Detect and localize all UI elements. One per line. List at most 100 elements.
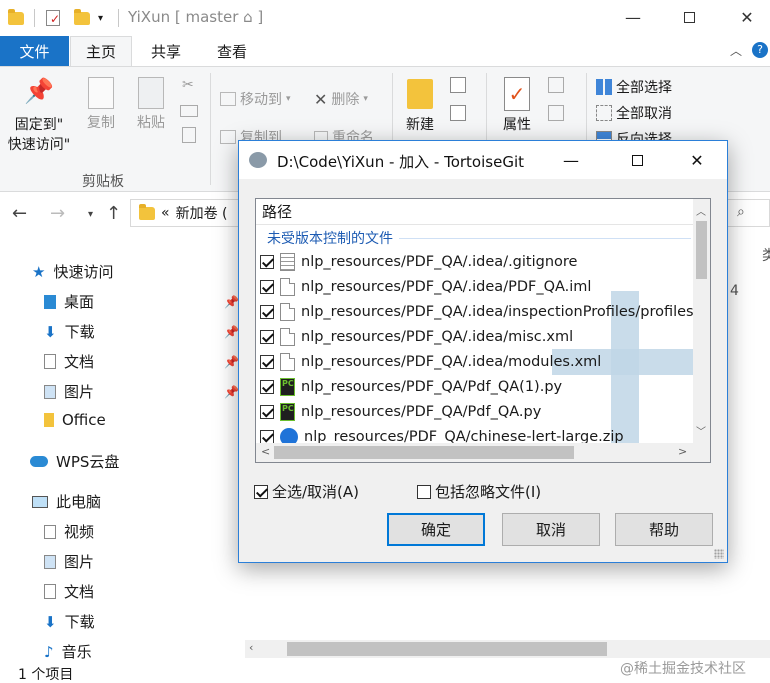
horizontal-scrollbar[interactable]: ‹ — [245, 640, 770, 658]
include-ignored-checkbox[interactable]: 包括忽略文件(I) — [417, 481, 541, 502]
star-icon: ★ — [32, 262, 46, 281]
new-item-icon[interactable] — [450, 77, 466, 93]
resize-grip[interactable] — [714, 549, 724, 559]
file-checkbox[interactable] — [260, 304, 274, 319]
scroll-up-icon[interactable]: ︿ — [696, 203, 706, 218]
tab-home[interactable]: 主页 — [70, 36, 132, 66]
paste-shortcut-icon[interactable] — [182, 127, 196, 143]
edit-icon[interactable] — [548, 105, 564, 121]
tab-view[interactable]: 查看 — [202, 36, 262, 66]
select-all-checkbox[interactable]: 全选/取消(A) — [254, 481, 359, 502]
list-item[interactable]: nlp_resources/PDF_QA/.idea/PDF_QA.iml — [260, 274, 694, 299]
maximize-button[interactable] — [666, 0, 712, 34]
address-overflow[interactable]: « — [161, 205, 170, 221]
file-checkbox[interactable] — [260, 379, 274, 394]
pushpin-icon[interactable]: 📌 — [224, 385, 239, 399]
paste-button[interactable]: 粘贴 — [130, 77, 172, 133]
column-header-path[interactable]: 路径 — [256, 199, 693, 225]
nav-music[interactable]: ♪ 音乐 — [44, 641, 92, 662]
nav-pictures[interactable]: 图片 — [44, 381, 94, 402]
recent-locations-button[interactable]: ▾ — [88, 209, 93, 220]
pushpin-icon[interactable]: 📌 — [224, 355, 239, 369]
nav-videos[interactable]: 视频 — [44, 521, 94, 542]
list-item[interactable]: PC nlp_resources/PDF_QA/Pdf_QA.py — [260, 399, 694, 424]
new-folder-button[interactable]: 新建 — [400, 79, 440, 135]
copy-button[interactable]: 复制 — [80, 77, 122, 133]
cancel-button[interactable]: 取消 — [502, 513, 600, 546]
nav-downloads-pc[interactable]: ⬇ 下载 — [44, 611, 95, 632]
folder-icon — [139, 203, 155, 220]
copy-path-icon[interactable] — [180, 105, 198, 117]
horizontal-scrollbar[interactable]: < > — [256, 443, 693, 462]
file-checkbox[interactable] — [260, 429, 274, 444]
dialog-maximize-button[interactable] — [615, 141, 659, 179]
paste-label: 粘贴 — [137, 115, 165, 131]
move-to-button[interactable]: 移动到 ▾ — [220, 89, 291, 109]
file-checkbox[interactable] — [260, 404, 274, 419]
chevron-down-icon: ▾ — [98, 12, 104, 24]
back-button[interactable]: ← — [12, 203, 27, 224]
dialog-close-button[interactable]: ✕ — [675, 141, 719, 179]
select-all-icon — [596, 79, 612, 95]
chevron-down-icon: ▾ — [286, 94, 291, 104]
file-checkbox[interactable] — [260, 354, 274, 369]
list-item[interactable]: nlp_resources/PDF_QA/.idea/misc.xml — [260, 324, 694, 349]
scroll-down-icon[interactable]: ﹀ — [696, 423, 706, 438]
list-item[interactable]: nlp_resources/PDF_QA/.idea/inspectionPro… — [260, 299, 710, 324]
open-icon[interactable] — [548, 77, 564, 93]
customize-qat-dropdown[interactable]: ▾ — [98, 8, 103, 28]
scrollbar-thumb[interactable] — [274, 446, 574, 459]
close-button[interactable]: ✕ — [724, 0, 770, 34]
column-header-type[interactable]: 类 — [762, 245, 770, 265]
new-folder-qat-button[interactable] — [74, 8, 90, 28]
nav-downloads[interactable]: ⬇ 下载 — [44, 321, 95, 342]
collapse-ribbon-button[interactable]: ︿ — [730, 42, 742, 59]
forward-button[interactable]: → — [50, 203, 65, 224]
file-checkbox[interactable] — [260, 254, 274, 269]
row-fragment: 4 — [730, 283, 739, 299]
ok-button[interactable]: 确定 — [387, 513, 485, 546]
minimize-button[interactable]: — — [610, 0, 656, 34]
pin-label-1: 固定到" — [14, 117, 64, 133]
file-checkbox[interactable] — [260, 279, 274, 294]
scroll-left-icon[interactable]: < — [261, 445, 270, 458]
help-button[interactable]: 帮助 — [615, 513, 713, 546]
list-item[interactable]: PC nlp_resources/PDF_QA/Pdf_QA(1).py — [260, 374, 694, 399]
properties-button[interactable]: ✓ 属性 — [494, 77, 540, 135]
nav-office[interactable]: Office — [44, 411, 106, 429]
up-button[interactable]: ↑ — [106, 203, 121, 224]
vertical-scrollbar[interactable]: ︿ ﹀ — [693, 199, 710, 443]
delete-button[interactable]: ✕ 删除 ▾ — [314, 89, 368, 109]
list-item[interactable]: nlp_resources/PDF_QA/.idea/.gitignore — [260, 249, 694, 274]
tab-file[interactable]: 文件 — [0, 36, 69, 66]
checkbox-box[interactable] — [254, 484, 268, 499]
pin-to-quick-access-button[interactable]: 📌 固定到" 快速访问" — [4, 79, 74, 155]
tab-share[interactable]: 共享 — [136, 36, 196, 66]
search-input[interactable]: ⌕ — [724, 199, 770, 227]
file-icon — [280, 352, 295, 371]
easy-access-icon[interactable] — [450, 105, 466, 121]
help-button[interactable]: ? — [752, 42, 768, 58]
nav-desktop[interactable]: 桌面 — [44, 291, 94, 312]
scroll-left-icon[interactable]: ‹ — [249, 641, 253, 654]
properties-qat-button[interactable]: ✓ — [46, 8, 60, 28]
nav-quick-access[interactable]: ★ 快速访问 — [32, 261, 113, 282]
nav-this-pc[interactable]: 此电脑 — [32, 491, 101, 512]
document-icon — [44, 584, 56, 599]
checkbox-box[interactable] — [417, 484, 431, 499]
nav-wps-cloud[interactable]: WPS云盘 — [30, 451, 119, 472]
pushpin-icon[interactable]: 📌 — [224, 295, 239, 309]
select-none-button[interactable]: 全部取消 — [596, 103, 672, 123]
nav-pictures-pc[interactable]: 图片 — [44, 551, 94, 572]
list-item[interactable]: nlp_resources/PDF_QA/.idea/modules.xml — [260, 349, 694, 374]
dialog-minimize-button[interactable]: — — [549, 141, 593, 179]
cut-icon[interactable]: ✂ — [182, 77, 194, 93]
file-checkbox[interactable] — [260, 329, 274, 344]
nav-documents[interactable]: 文档 — [44, 351, 94, 372]
nav-documents-pc[interactable]: 文档 — [44, 581, 94, 602]
scroll-right-icon[interactable]: > — [678, 445, 687, 458]
select-all-button[interactable]: 全部选择 — [596, 77, 672, 97]
scrollbar-thumb[interactable] — [696, 221, 707, 279]
pushpin-icon[interactable]: 📌 — [224, 325, 239, 339]
scrollbar-thumb[interactable] — [287, 642, 607, 656]
